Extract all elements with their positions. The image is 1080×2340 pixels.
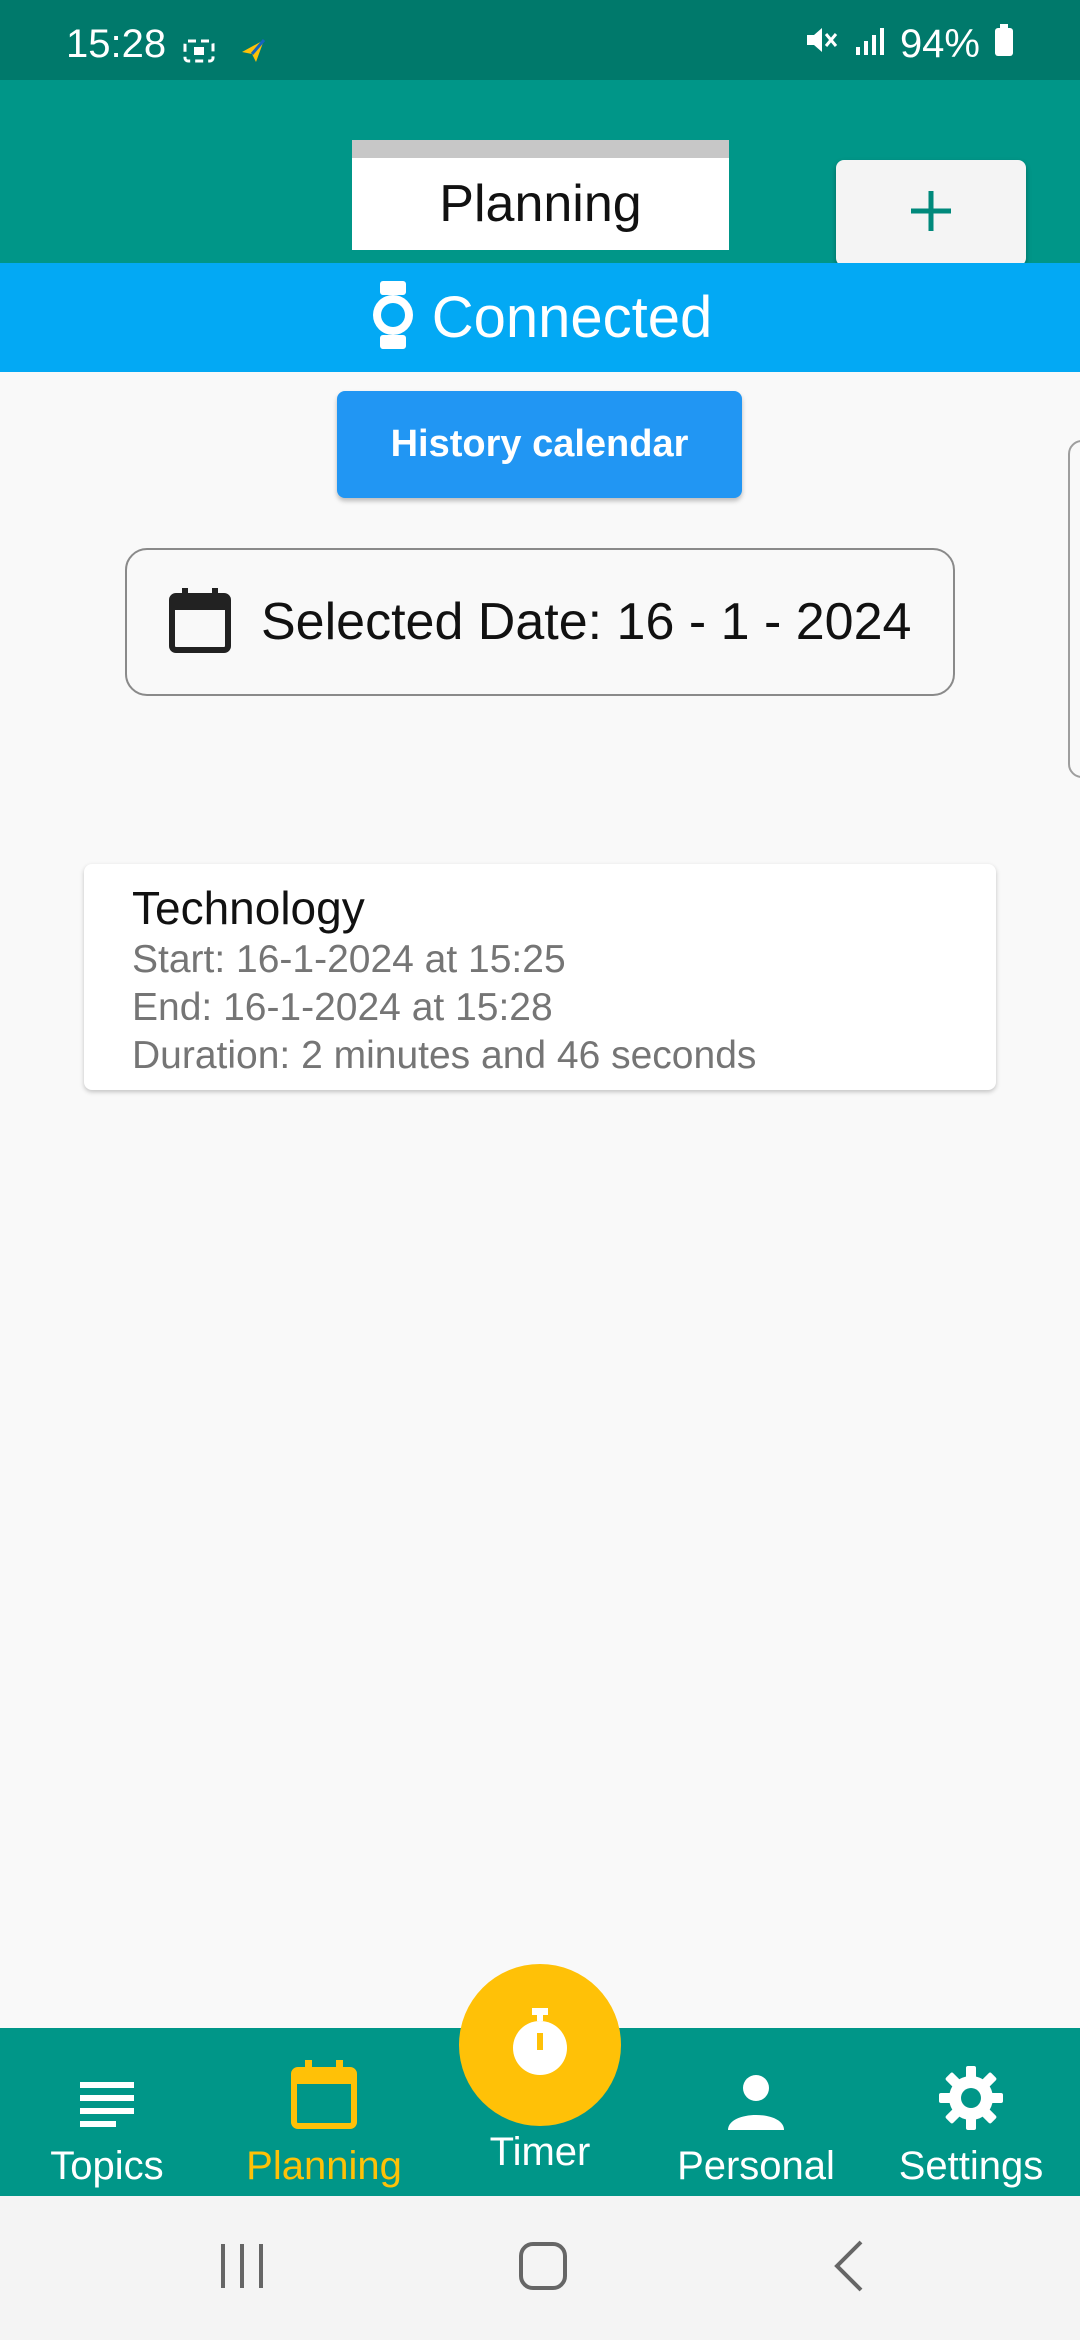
screen-record-icon (182, 36, 216, 71)
add-button[interactable] (836, 160, 1026, 266)
home-button[interactable] (483, 2196, 603, 2340)
status-time: 15:28 (66, 22, 167, 66)
signal-icon (854, 22, 886, 67)
timer-button[interactable] (459, 1964, 621, 2126)
gear-icon (939, 2066, 1003, 2140)
calendar-icon (169, 586, 231, 659)
nav-topics-label: Topics (50, 2144, 164, 2188)
nav-timer-label: Timer (489, 2130, 591, 2174)
session-end: End: 16-1-2024 at 15:28 (132, 986, 553, 1029)
connection-status: Connected (431, 285, 713, 350)
watch-icon (368, 279, 418, 356)
session-duration: Duration: 2 minutes and 46 seconds (132, 1034, 757, 1077)
recent-apps-icon (217, 2242, 267, 2295)
battery-level: 94% (899, 22, 980, 66)
app-bar: Planning (0, 80, 1080, 266)
nav-personal[interactable]: Personal (666, 2028, 846, 2196)
nav-personal-label: Personal (677, 2144, 835, 2188)
history-calendar-button[interactable]: History calendar (337, 391, 742, 498)
app-notification-icon (238, 36, 268, 71)
page-title-tab: Planning (352, 140, 729, 250)
plus-icon (907, 187, 955, 240)
recent-apps-button[interactable] (182, 2196, 302, 2340)
stopwatch-icon (508, 2007, 572, 2083)
session-start: Start: 16-1-2024 at 15:25 (132, 938, 566, 981)
battery-icon (994, 22, 1014, 67)
calendar-icon (290, 2058, 358, 2140)
back-icon (831, 2239, 865, 2298)
session-card[interactable]: Technology Start: 16-1-2024 at 15:25 End… (84, 864, 996, 1090)
selected-date-label: Selected Date: 16 - 1 - 2024 (261, 593, 912, 651)
mute-icon (804, 22, 840, 67)
session-topic: Technology (132, 882, 365, 934)
nav-topics[interactable]: Topics (24, 2028, 190, 2196)
nav-planning-label: Planning (246, 2144, 402, 2188)
person-icon (726, 2074, 786, 2140)
planning-screen: 15:28 94% Planning Connected History cal… (0, 0, 1080, 2340)
home-icon (518, 2241, 568, 2296)
list-icon (78, 2078, 136, 2140)
back-button[interactable] (788, 2196, 908, 2340)
nav-settings[interactable]: Settings (884, 2028, 1058, 2196)
nav-planning[interactable]: Planning (236, 2028, 412, 2196)
side-panel-edge[interactable] (1068, 440, 1080, 778)
page-title: Planning (439, 175, 642, 233)
status-bar: 15:28 94% (0, 0, 1080, 80)
nav-settings-label: Settings (898, 2144, 1044, 2188)
date-selector[interactable]: Selected Date: 16 - 1 - 2024 (125, 548, 955, 696)
connection-banner: Connected (0, 263, 1080, 372)
system-nav-bar (0, 2196, 1080, 2340)
